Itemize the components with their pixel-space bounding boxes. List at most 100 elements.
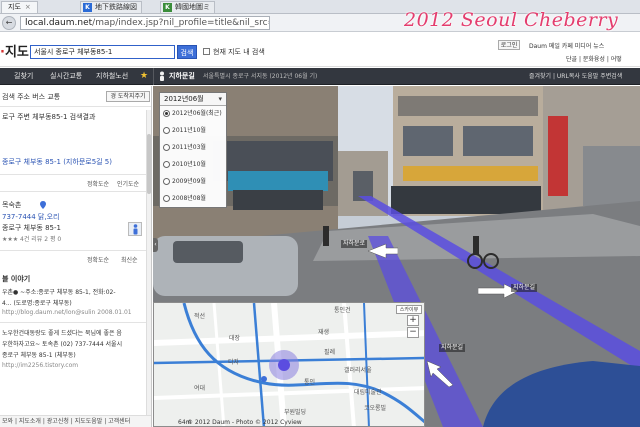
date-option[interactable]: 2008년08월 (160, 191, 226, 208)
date-option-label: 2012년06월(최근) (172, 110, 222, 117)
post-url[interactable]: http://im2256.tistory.com (2, 362, 78, 369)
star-icon[interactable]: ★ (140, 72, 148, 81)
post-snippet-line: 종로구 체부동 85-1 (체부동) (2, 352, 76, 359)
collapse-panel-handle[interactable]: ‹ (153, 238, 158, 252)
map-pin-icon (40, 201, 46, 209)
date-option-label: 2010년10월 (172, 161, 206, 168)
divider (0, 250, 151, 251)
browser-tab-subway[interactable]: K 地下鉄路線図 (80, 1, 142, 13)
map-label: 여대 (194, 385, 206, 392)
blog-snippet-line: 4... (도로명:종로구 체부동) (2, 300, 72, 307)
browser-tab-korea-map[interactable]: K 韓國地圖ミ (160, 1, 215, 13)
divider (0, 174, 151, 175)
map-label: 필례 (324, 349, 336, 356)
result-title: 로구 주변 체부동85-1 검색결과 (2, 113, 96, 121)
site-header: ·지도 서울시 종로구 체부동85-1 검색 현재 지도 내 검색 로그인 Da… (0, 33, 640, 67)
blog-section-title: 블 이야기 (2, 275, 31, 283)
date-option[interactable]: 2011년03월 (160, 140, 226, 157)
browser-tab-label: 韓國地圖ミ (175, 3, 210, 11)
date-option[interactable]: 2012년06월(최근) (160, 106, 226, 123)
radio-icon[interactable] (163, 195, 170, 202)
favicon-icon: K (83, 3, 92, 12)
date-select-value: 2012년06월 (164, 95, 204, 103)
sort-accuracy-tab[interactable]: 정확도순 (84, 180, 112, 189)
toolbar-right-links[interactable]: 즐겨찾기 | URL복사 도움말 주변검색 (529, 68, 622, 85)
result-address[interactable]: 종로구 체부동 85-1 (지하문로5길 5) (2, 157, 112, 167)
pegman-icon (133, 224, 138, 235)
blog-snippet-line[interactable]: 우촌● ~주소:종로구 체부동 85-1, 전화:02- (2, 287, 116, 296)
radio-icon[interactable] (163, 127, 170, 134)
place-rating: ★★★ 4건 리뷰 2 평 0 (2, 236, 62, 243)
place-address: 종로구 체부동 85-1 (2, 224, 61, 232)
zoom-out-button[interactable]: − (407, 327, 419, 338)
back-arrow-icon[interactable]: ← (2, 15, 16, 30)
url-field[interactable]: local.daum.net/map/index.jsp?nil_profile… (20, 15, 270, 30)
capture-date-select[interactable]: 2012년06월 ▾ 2012년06월(최근) 2011년10월 2011년03월… (159, 92, 227, 208)
date-select-current[interactable]: 2012년06월 ▾ (160, 93, 226, 106)
search-button[interactable]: 검색 (177, 45, 197, 59)
close-icon[interactable]: × (25, 3, 31, 11)
map-label: 적선 (194, 313, 206, 320)
search-input[interactable]: 서울시 종로구 체부동85-1 (30, 45, 175, 59)
date-option-label: 2008년08월 (172, 195, 206, 202)
roadview-notice: 서울특별시 종로구 서지동 (2012년 06월 기) (203, 73, 318, 80)
move-forward-arrow-icon[interactable] (368, 244, 398, 258)
street-label: 지하문길 (439, 344, 466, 352)
blog-url[interactable]: http://blog.daum.net/lon@sulin 2008.01.0… (2, 309, 132, 316)
search-scope-checkbox[interactable] (203, 48, 210, 55)
zoom-in-button[interactable]: + (407, 315, 419, 326)
login-button[interactable]: 로그인 (498, 40, 520, 50)
set-destination-button[interactable]: 경 도착지주기 (106, 91, 150, 102)
date-option-label: 2011년10월 (172, 127, 206, 134)
tab-directions[interactable]: 길찾기 (14, 68, 33, 85)
divider (0, 191, 151, 192)
roadview-thumbnail[interactable] (128, 222, 142, 236)
map-label: 부원빌딩 (284, 409, 307, 416)
sort-popularity-tab[interactable]: 인기도순 (114, 180, 142, 189)
map-label: 재생 (318, 329, 330, 336)
radio-icon[interactable] (163, 178, 170, 185)
divider (0, 106, 151, 107)
map-label: 코오롱빌 (364, 405, 387, 412)
post-snippet-line: 우한하자고요~ 토속촌 (02) 737-7444 서울시 (2, 341, 123, 348)
place-phone: 737-7444 닭,오리 (2, 213, 60, 221)
sort-accuracy-tab[interactable]: 정확도순 (84, 256, 112, 265)
search-scope-label: 현재 지도 내 검색 (213, 48, 265, 56)
sort-latest-tab[interactable]: 최신순 (118, 256, 141, 265)
date-option[interactable]: 2010년10월 (160, 157, 226, 174)
browser-tab-daum-map[interactable]: 지도 × (1, 0, 38, 13)
map-label: 디자 (228, 359, 240, 366)
map-label: 통인건 (334, 307, 351, 314)
move-back-arrow-icon[interactable] (427, 361, 453, 387)
radio-icon[interactable] (163, 110, 170, 117)
scrollbar-thumb[interactable] (147, 134, 151, 194)
tab-subway-lines[interactable]: 지하철노선 (96, 68, 128, 85)
post-snippet-line[interactable]: 노우한건대동랑도 좋게 드셨다는 북님에 좋은 음 (2, 328, 122, 337)
roadview-viewport[interactable]: ‹ 2012년06월 ▾ 2012년06월(최근) 2011년10월 2011년0… (153, 86, 640, 427)
map-label: 통인 (304, 379, 316, 386)
service-links[interactable]: Daum 메일 카페 미디어 뉴스 (529, 41, 604, 50)
date-option[interactable]: 2011년10월 (160, 123, 226, 140)
tab-live-traffic[interactable]: 실시간교통 (50, 68, 82, 85)
date-option-label: 2009년09월 (172, 178, 206, 185)
map-label: 대림미술관 (354, 389, 382, 396)
radio-icon[interactable] (163, 161, 170, 168)
date-option-label: 2011년03월 (172, 144, 206, 151)
map-label: 갤러리서울 (344, 367, 372, 374)
watermark: 2012 Seoul Cheberry (404, 9, 619, 31)
map-copyright: © 2012 Daum - Photo © 2012 Cyview (187, 419, 302, 426)
mini-map[interactable]: 적선 대장 디자 재생 필례 갤러리서울 여대 통인 대림미술관 부원빌딩 코오… (153, 302, 425, 427)
footer-links[interactable]: 모와 | 지도소개 | 광고신청 | 지도도움말 | 고객센터 (0, 415, 151, 427)
toolbar-divider (153, 68, 154, 85)
date-option[interactable]: 2009년09월 (160, 174, 226, 191)
pegman-icon[interactable] (157, 71, 167, 82)
scrollbar[interactable] (146, 110, 151, 426)
map-toolbar: 길찾기 실시간교통 지하철노선 ★ 지하문길 서울특별시 종로구 서지동 (20… (0, 68, 640, 85)
sub-links[interactable]: 단골 | 문화융성 | 어떻 (566, 54, 622, 63)
radio-icon[interactable] (163, 144, 170, 151)
map-type-toggle[interactable]: 스카이뷰 (396, 305, 422, 314)
daum-map-logo[interactable]: ·지도 (0, 41, 29, 60)
divider (0, 322, 151, 323)
place-name[interactable]: 목숙촌 (2, 200, 21, 210)
map-label: 대장 (229, 335, 241, 342)
